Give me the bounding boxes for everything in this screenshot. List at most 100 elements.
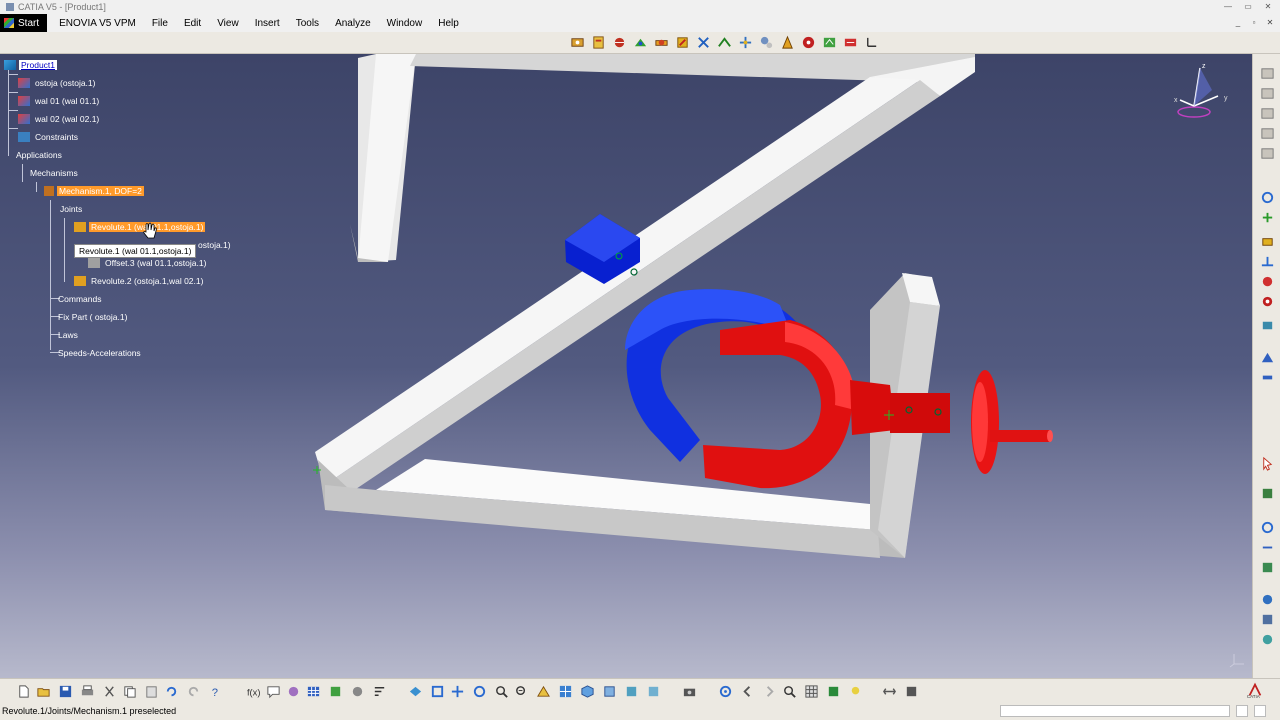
explode-icon[interactable] [1258,272,1276,290]
menu-item-window[interactable]: Window [379,18,431,29]
fixed-part-icon[interactable] [673,34,691,51]
knowledge-icon[interactable] [284,683,302,700]
tree-node-commands[interactable]: Commands [56,293,103,305]
swept-volume-icon[interactable] [820,34,838,51]
lighting-icon[interactable] [846,683,864,700]
tree-node-hidden-constraint[interactable]: ostoja.1) [196,239,233,251]
smart-move-icon[interactable] [1258,292,1276,310]
comment-icon[interactable] [264,683,282,700]
pan-icon[interactable] [448,683,466,700]
mechanism-analysis-icon[interactable] [757,34,775,51]
catalog-icon[interactable] [326,683,344,700]
tree-node-constraints[interactable]: Constraints [18,131,80,143]
maximize-icon[interactable]: ▭ [1240,1,1256,12]
menu-item-insert[interactable]: Insert [247,18,288,29]
band-analysis-icon[interactable] [1258,104,1276,122]
tree-node-fixpart[interactable]: Fix Part ( ostoja.1) [56,311,129,323]
formula-icon[interactable]: f(x) [244,683,262,700]
compile-simulation-icon[interactable] [631,34,649,51]
start-menu-button[interactable]: Start [0,14,48,32]
tree-node-mechanism1[interactable]: Mechanism.1, DOF=2 [44,185,144,197]
grid-icon[interactable] [802,683,820,700]
rotate-icon[interactable] [1258,188,1276,206]
iso-view-icon[interactable] [578,683,596,700]
hide-show-icon[interactable] [622,683,640,700]
menu-item-view[interactable]: View [209,18,247,29]
doc-minimize-icon[interactable]: _ [1232,17,1244,28]
dmu-icon[interactable] [902,683,920,700]
compass-icon[interactable]: z y x [1170,60,1240,130]
mechanism-dressup-icon[interactable] [589,34,607,51]
menu-item-edit[interactable]: Edit [176,18,209,29]
menu-item-analyze[interactable]: Analyze [327,18,379,29]
simulation-with-laws-icon[interactable] [610,34,628,51]
sticker-icon[interactable] [1258,558,1276,576]
arrange-icon[interactable] [880,683,898,700]
scene-mgr-icon[interactable] [348,683,366,700]
tree-node-wal02[interactable]: wal 02 (wal 02.1) [18,113,101,125]
constraint-icon[interactable] [1258,316,1276,334]
fit-all-icon[interactable] [428,683,446,700]
tree-node-applications[interactable]: Applications [14,149,64,161]
measure-acceleration-icon[interactable] [736,34,754,51]
tree-node-laws[interactable]: Laws [56,329,80,341]
minimize-icon[interactable]: — [1220,1,1236,12]
normal-view-icon[interactable] [534,683,552,700]
trace-icon[interactable] [841,34,859,51]
cut-icon[interactable] [100,683,118,700]
manipulate-icon[interactable] [1258,232,1276,250]
copy-icon[interactable] [120,683,138,700]
table-icon[interactable] [304,683,322,700]
tree-node-speeds[interactable]: Speeds-Accelerations [56,347,143,359]
rotate-view-icon[interactable] [470,683,488,700]
whats-this-icon[interactable]: ? [206,683,224,700]
multi-view-icon[interactable] [556,683,574,700]
red-shaft[interactable] [990,430,1050,442]
undo-icon[interactable] [162,683,180,700]
assembly-constraints-conversion-icon[interactable] [694,34,712,51]
translate-icon[interactable] [1258,208,1276,226]
material-icon[interactable] [824,683,842,700]
next-icon[interactable] [760,683,778,700]
save-icon[interactable] [56,683,74,700]
tree-node-revolute2[interactable]: Revolute.2 (ostoja.1,wal 02.1) [74,275,205,287]
search-icon[interactable] [780,683,798,700]
contact-icon[interactable] [1258,368,1276,386]
tree-node-product1[interactable]: Product1 [4,59,58,71]
axis-system-icon[interactable] [862,34,880,51]
render-icon[interactable] [1258,590,1276,608]
texture-icon[interactable] [1258,610,1276,628]
menu-item-enovia[interactable]: ENOVIA V5 VPM [51,18,144,29]
new-file-icon[interactable] [14,683,32,700]
tree-node-mechanisms[interactable]: Mechanisms [28,167,80,179]
command-input[interactable] [1000,705,1230,717]
paste-icon[interactable] [142,683,160,700]
coincidence-icon[interactable] [1258,348,1276,366]
revolute-joint-icon[interactable] [652,34,670,51]
capture-icon[interactable] [680,683,698,700]
pointer-icon[interactable] [1258,454,1276,472]
clash-icon[interactable] [1258,64,1276,82]
command-button-1[interactable] [1236,705,1248,717]
distance-icon[interactable] [1258,84,1276,102]
zoom-in-icon[interactable] [492,683,510,700]
tree-node-offset3[interactable]: Offset.3 (wal 01.1,ostoja.1) [88,257,208,269]
doc-close-icon[interactable]: ✕ [1264,17,1276,28]
tree-node-wal01[interactable]: wal 01 (wal 01.1) [18,95,101,107]
snap-icon[interactable] [1258,252,1276,270]
swap-visible-icon[interactable] [644,683,662,700]
3d-viewport[interactable]: Product1 ostoja (ostoja.1) wal 01 (wal 0… [0,54,1252,678]
redo-icon[interactable] [184,683,202,700]
light-icon[interactable] [1258,630,1276,648]
tree-node-joints[interactable]: Joints [58,203,84,215]
scene-icon[interactable] [1258,484,1276,502]
tree-node-ostoja[interactable]: ostoja (ostoja.1) [18,77,97,89]
measure-speed-icon[interactable] [715,34,733,51]
menu-item-file[interactable]: File [144,18,176,29]
measure-icon[interactable] [1258,144,1276,162]
command-button-2[interactable] [1254,705,1266,717]
menu-item-help[interactable]: Help [430,18,467,29]
open-file-icon[interactable] [34,683,52,700]
shading-icon[interactable] [600,683,618,700]
sensor-icon[interactable] [778,34,796,51]
